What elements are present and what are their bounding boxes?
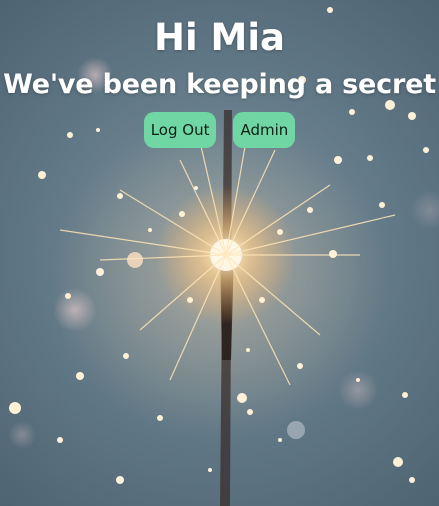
logout-button[interactable]: Log Out <box>143 112 217 148</box>
action-buttons: Log Out Admin <box>0 112 439 148</box>
greeting-heading: Hi Mia <box>154 16 285 59</box>
secret-subtitle: We've been keeping a secret <box>3 69 436 100</box>
welcome-panel: Hi Mia We've been keeping a secret Log O… <box>0 0 439 148</box>
admin-button[interactable]: Admin <box>233 112 296 148</box>
